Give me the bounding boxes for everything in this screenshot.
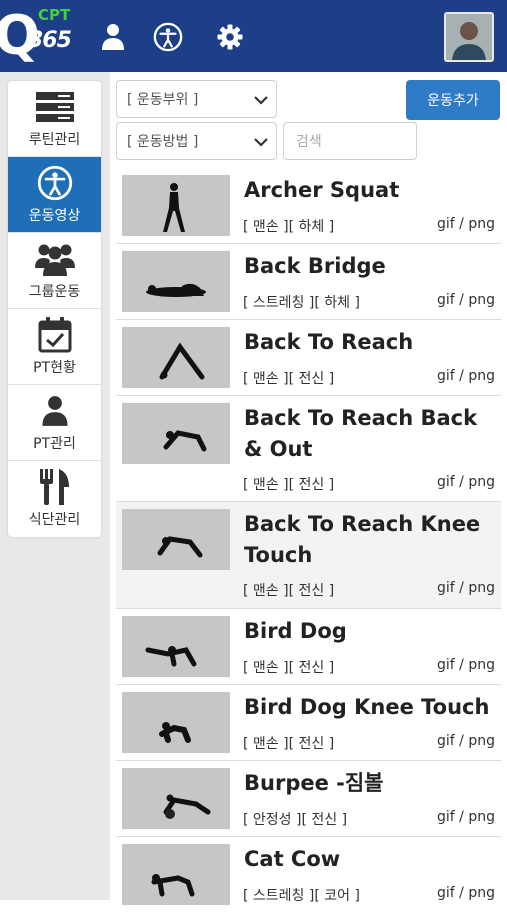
exercise-format: gif / png [437, 885, 495, 901]
list-item[interactable]: Cat Cow [ 스트레칭 ][ 코어 ] gif / png [116, 837, 501, 913]
list-item[interactable]: Back To Reach Back & Out [ 맨손 ][ 전신 ] gi… [116, 396, 501, 502]
top-bar: Q 365 CPT [0, 0, 507, 72]
calendar-check-icon [38, 316, 72, 353]
sidebar-item-label: 루틴관리 [28, 131, 81, 148]
exercise-tags: [ 안정성 ][ 전신 ] [243, 812, 348, 828]
exercise-name[interactable]: Bird Dog [244, 616, 496, 647]
method-select[interactable]: [ 운동방법 ] [116, 122, 277, 160]
exercise-format: gif / png [437, 216, 495, 232]
avatar[interactable] [444, 12, 494, 62]
exercise-tags: [ 맨손 ][ 전신 ] [243, 736, 335, 752]
exercise-tags: [ 맨손 ][ 전신 ] [243, 583, 335, 599]
user-icon [41, 393, 69, 429]
exercise-thumbnail[interactable] [122, 403, 230, 464]
exercise-name[interactable]: Back To Reach Back & Out [244, 403, 496, 465]
utensils-icon [39, 469, 71, 505]
user-icon[interactable] [98, 22, 128, 52]
exercise-tags: [ 맨손 ][ 하체 ] [243, 219, 335, 235]
exercise-thumbnail[interactable] [122, 768, 230, 829]
list-item[interactable]: Burpee -짐볼 [ 안정성 ][ 전신 ] gif / png [116, 761, 501, 837]
sidebar-item-label: PT관리 [33, 435, 76, 452]
exercise-tags: [ 맨손 ][ 전신 ] [243, 371, 335, 387]
exercise-format: gif / png [437, 809, 495, 825]
sidebar-item-label: 운동영상 [28, 207, 81, 224]
exercise-tags: [ 스트레칭 ][ 하체 ] [243, 295, 360, 311]
exercise-format: gif / png [437, 733, 495, 749]
sidebar-item-routine[interactable]: 루틴관리 [8, 81, 101, 157]
list-item[interactable]: Back To Reach [ 맨손 ][ 전신 ] gif / png [116, 320, 501, 396]
exercise-thumbnail[interactable] [122, 692, 230, 753]
exercise-name[interactable]: Bird Dog Knee Touch [244, 692, 496, 723]
exercise-tags: [ 맨손 ][ 전신 ] [243, 477, 335, 493]
body-part-select-value: [ 운동부위 ] [127, 92, 199, 108]
exercise-name[interactable]: Back Bridge [244, 251, 496, 282]
exercise-thumbnail[interactable] [122, 509, 230, 570]
sidebar-item-exercise-video[interactable]: 운동영상 [8, 157, 101, 233]
app-logo[interactable]: Q 365 CPT [0, 4, 90, 70]
sidebar-item-pt-management[interactable]: PT관리 [8, 385, 101, 461]
method-select-value: [ 운동방법 ] [127, 134, 199, 150]
exercise-tags: [ 스트레칭 ][ 코어 ] [243, 888, 360, 904]
exercise-name[interactable]: Archer Squat [244, 175, 496, 206]
logo-number: 365 [28, 28, 72, 53]
sidebar-item-label: 그룹운동 [28, 283, 81, 300]
routine-icon [35, 89, 74, 125]
list-item[interactable]: Bird Dog Knee Touch [ 맨손 ][ 전신 ] gif / p… [116, 685, 501, 761]
chevron-down-icon [254, 93, 268, 109]
exercise-thumbnail[interactable] [122, 175, 230, 236]
list-item[interactable]: Archer Squat [ 맨손 ][ 하체 ] gif / png [116, 168, 501, 244]
sidebar-item-pt-status[interactable]: PT현황 [8, 309, 101, 385]
exercise-list: Archer Squat [ 맨손 ][ 하체 ] gif / png Back… [116, 168, 501, 913]
exercise-format: gif / png [437, 580, 495, 596]
chevron-down-icon [254, 135, 268, 151]
logo-badge: CPT [38, 6, 71, 24]
exercise-format: gif / png [437, 368, 495, 384]
exercise-name[interactable]: Back To Reach [244, 327, 496, 358]
list-item[interactable]: Back Bridge [ 스트레칭 ][ 하체 ] gif / png [116, 244, 501, 320]
exercise-tags: [ 맨손 ][ 전신 ] [243, 660, 335, 676]
sidebar-item-diet[interactable]: 식단관리 [8, 461, 101, 537]
sidebar-item-label: PT현황 [33, 359, 76, 376]
exercise-name[interactable]: Burpee -짐볼 [244, 768, 496, 799]
search-input[interactable]: 검색 [283, 122, 417, 160]
add-exercise-button[interactable]: 운동추가 [406, 80, 500, 120]
list-item[interactable]: Back To Reach Knee Touch [ 맨손 ][ 전신 ] gi… [116, 502, 501, 609]
exercise-format: gif / png [437, 657, 495, 673]
exercise-thumbnail[interactable] [122, 327, 230, 388]
group-icon [34, 241, 75, 277]
exercise-name[interactable]: Back To Reach Knee Touch [244, 509, 496, 571]
sidebar-item-label: 식단관리 [28, 512, 81, 528]
exercise-thumbnail[interactable] [122, 844, 230, 905]
accessibility-icon [37, 165, 73, 201]
gear-icon[interactable] [215, 22, 245, 52]
sidebar: 루틴관리 운동영상 그룹운동 PT현황 PT관리 식단관리 [8, 81, 101, 537]
exercise-format: gif / png [437, 474, 495, 490]
exercise-thumbnail[interactable] [122, 616, 230, 677]
accessibility-icon[interactable] [153, 22, 183, 52]
exercise-thumbnail[interactable] [122, 251, 230, 312]
body-part-select[interactable]: [ 운동부위 ] [116, 80, 277, 118]
list-item[interactable]: Bird Dog [ 맨손 ][ 전신 ] gif / png [116, 609, 501, 685]
exercise-name[interactable]: Cat Cow [244, 844, 496, 875]
sidebar-item-group-exercise[interactable]: 그룹운동 [8, 233, 101, 309]
exercise-format: gif / png [437, 292, 495, 308]
